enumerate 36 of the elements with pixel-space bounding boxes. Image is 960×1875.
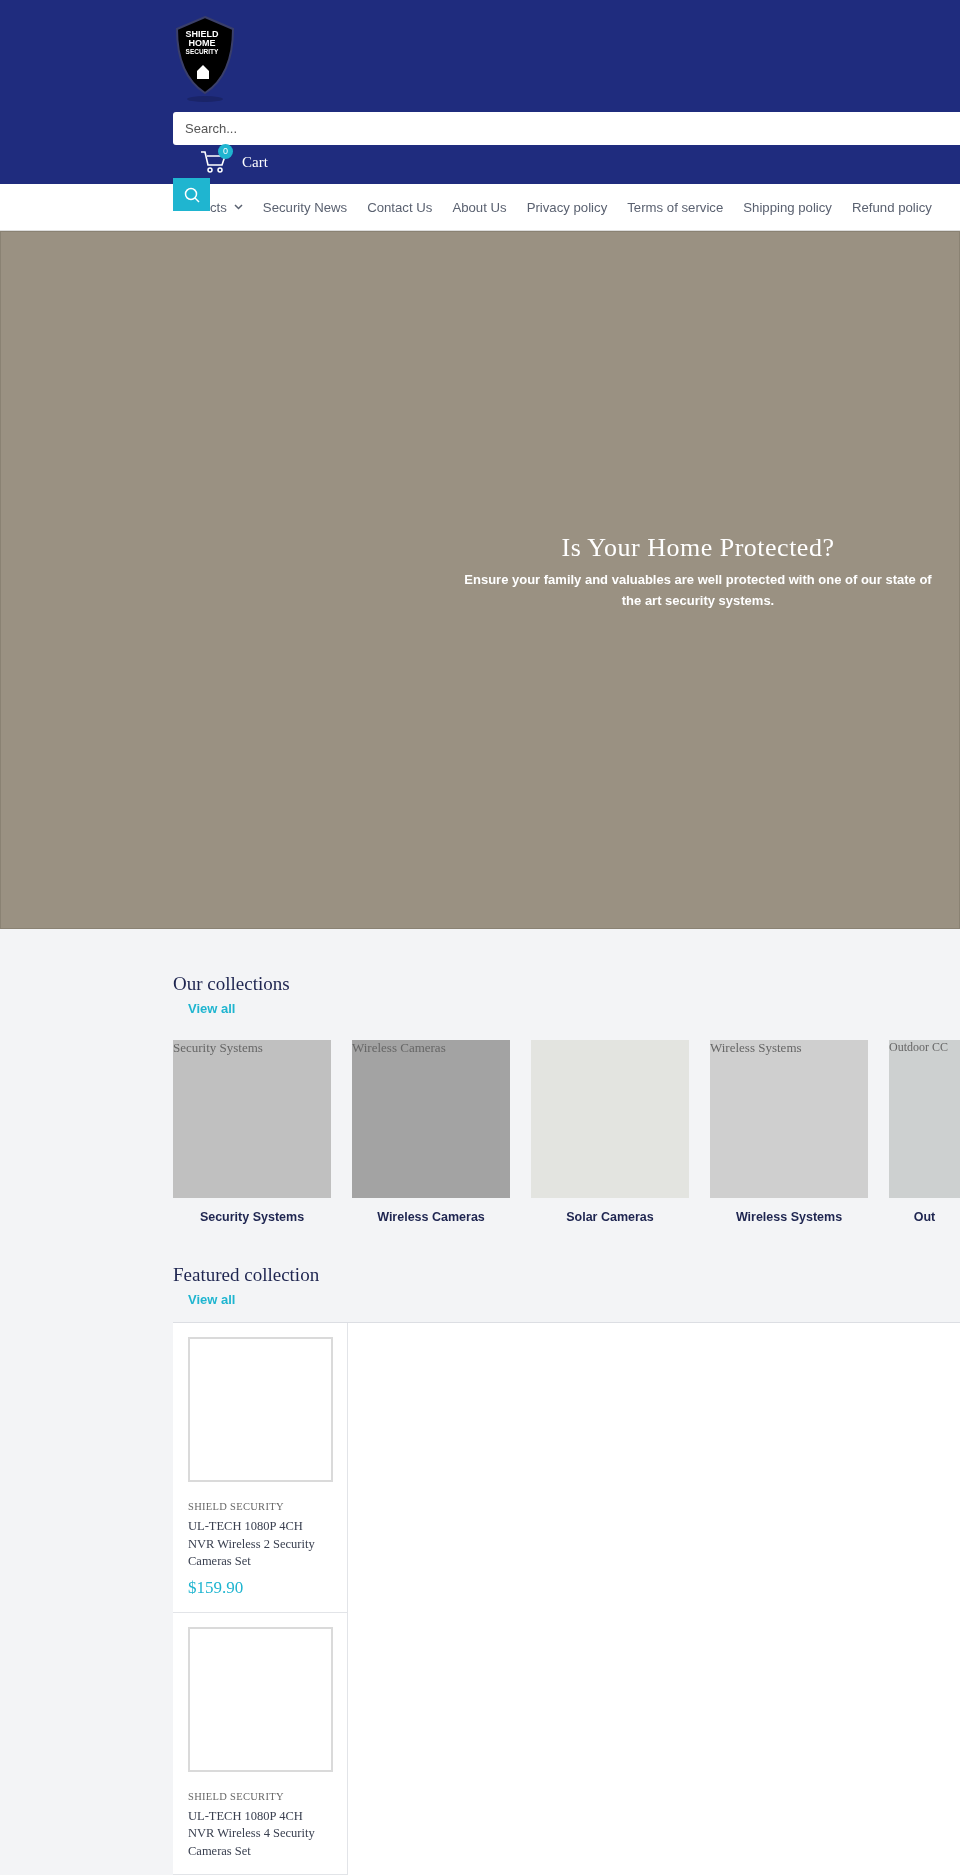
nav-link[interactable]: Terms of service	[627, 199, 724, 215]
product-image-placeholder[interactable]	[188, 1337, 333, 1482]
product-brand: SHIELD SECURITY	[188, 1790, 285, 1802]
cart-count-badge: 0	[218, 144, 233, 159]
image-alt-text: Wireless Cameras	[352, 1040, 446, 1056]
image-alt-text: Wireless Systems	[710, 1040, 802, 1056]
cart-icon[interactable]	[200, 150, 228, 174]
chevron-down-icon	[233, 204, 243, 210]
product-title[interactable]: UL-TECH 1080P 4CH NVR Wireless 4 Security Cameras Set	[188, 1807, 332, 1860]
search-icon	[183, 186, 200, 203]
image-alt-text: Security Systems	[173, 1040, 263, 1056]
search-field[interactable]: Search...	[173, 112, 960, 145]
collection-link[interactable]: Security Systems	[199, 1210, 305, 1224]
collection-link[interactable]: Wireless Systems	[735, 1210, 843, 1224]
cart-link[interactable]: Cart	[242, 153, 268, 171]
product-title[interactable]: UL-TECH 1080P 4CH NVR Wireless 2 Security Cameras Set	[188, 1518, 332, 1571]
product-image-placeholder[interactable]	[188, 1626, 333, 1772]
hero-subtitle: Ensure your family and valuables are well protected with one of our state of the art security systems.	[463, 570, 933, 610]
nav-link[interactable]: Shipping policy	[743, 199, 832, 215]
hero-title: Is Your Home Protected?	[560, 532, 836, 563]
nav-link[interactable]: About Us	[452, 199, 507, 215]
nav-link[interactable]: Contact Us	[367, 199, 433, 215]
nav-link[interactable]: Refund policy	[851, 199, 932, 215]
collection-image[interactable]: Wireless Systems	[710, 1040, 868, 1198]
section-title: Featured collection	[173, 1264, 321, 1286]
section-title: Our collections	[173, 973, 291, 995]
product-brand: SHIELD SECURITY	[188, 1501, 285, 1512]
collection-link[interactable]: Out	[913, 1210, 936, 1224]
collection-link[interactable]: Wireless Cameras	[377, 1210, 485, 1224]
nav-link[interactable]: cts	[210, 199, 243, 215]
image-alt-text: Outdoor CC	[889, 1040, 948, 1055]
collection-link[interactable]: Solar Cameras	[566, 1210, 654, 1224]
product-price: $159.90	[188, 1577, 245, 1598]
nav-link[interactable]: Security News	[262, 199, 348, 215]
collection-image[interactable]: Outdoor CC	[889, 1040, 960, 1198]
nav-link[interactable]: Privacy policy	[526, 199, 608, 215]
